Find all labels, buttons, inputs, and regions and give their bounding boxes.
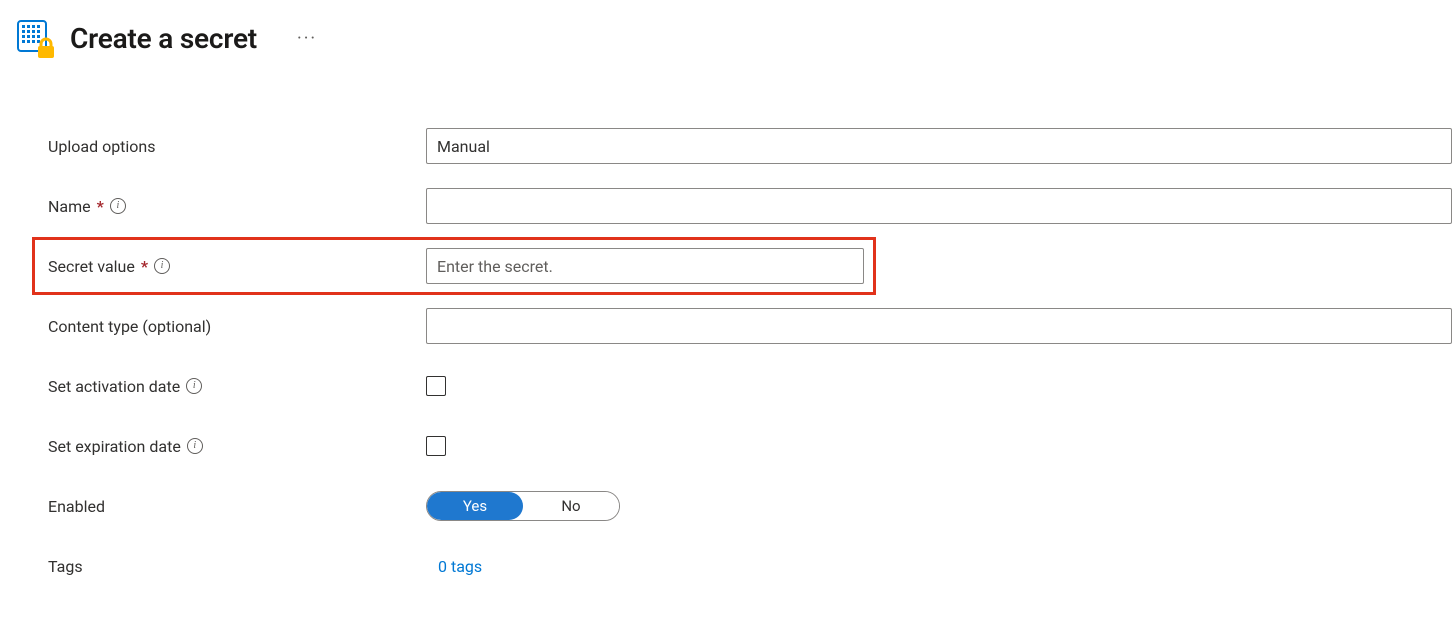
- label-enabled: Enabled: [48, 497, 426, 516]
- info-icon[interactable]: i: [186, 378, 202, 394]
- row-enabled: Enabled Yes No: [48, 488, 1452, 524]
- page-header: Create a secret ···: [16, 18, 1452, 58]
- label-upload-options: Upload options: [48, 137, 426, 156]
- label-enabled-text: Enabled: [48, 497, 105, 516]
- label-content-type: Content type (optional): [48, 317, 426, 336]
- required-indicator: *: [141, 257, 148, 276]
- label-expiration-date-text: Set expiration date: [48, 437, 181, 456]
- info-icon[interactable]: i: [187, 438, 203, 454]
- info-icon[interactable]: i: [110, 198, 126, 214]
- row-name: Name * i: [48, 188, 1452, 224]
- enabled-yes-button[interactable]: Yes: [427, 492, 523, 520]
- row-upload-options: Upload options: [48, 128, 1452, 164]
- label-tags-text: Tags: [48, 557, 83, 576]
- create-secret-form: Upload options Name * i Secret value * i: [16, 128, 1452, 584]
- row-activation-date: Set activation date i: [48, 368, 1452, 404]
- label-expiration-date: Set expiration date i: [48, 437, 426, 456]
- row-expiration-date: Set expiration date i: [48, 428, 1452, 464]
- enabled-no-button[interactable]: No: [523, 492, 619, 520]
- more-actions-button[interactable]: ···: [291, 24, 323, 53]
- info-icon[interactable]: i: [154, 258, 170, 274]
- secret-value-input[interactable]: [426, 248, 864, 284]
- row-tags: Tags 0 tags: [48, 548, 1452, 584]
- content-type-input[interactable]: [426, 308, 1452, 344]
- name-input[interactable]: [426, 188, 1452, 224]
- row-secret-value: Secret value * i: [48, 248, 1452, 284]
- label-activation-date-text: Set activation date: [48, 377, 180, 396]
- label-secret-value: Secret value * i: [48, 257, 426, 276]
- label-name: Name * i: [48, 197, 426, 216]
- label-activation-date: Set activation date i: [48, 377, 426, 396]
- row-content-type: Content type (optional): [48, 308, 1452, 344]
- expiration-date-checkbox[interactable]: [426, 436, 446, 456]
- label-upload-options-text: Upload options: [48, 137, 156, 156]
- label-tags: Tags: [48, 557, 426, 576]
- upload-options-select[interactable]: [426, 128, 1452, 164]
- required-indicator: *: [97, 197, 104, 216]
- activation-date-checkbox[interactable]: [426, 376, 446, 396]
- enabled-toggle: Yes No: [426, 491, 620, 521]
- label-content-type-text: Content type (optional): [48, 317, 211, 336]
- key-vault-secret-icon: [16, 18, 56, 58]
- label-name-text: Name: [48, 197, 91, 216]
- page-title: Create a secret: [70, 22, 257, 55]
- tags-link[interactable]: 0 tags: [426, 557, 482, 576]
- label-secret-value-text: Secret value: [48, 257, 135, 276]
